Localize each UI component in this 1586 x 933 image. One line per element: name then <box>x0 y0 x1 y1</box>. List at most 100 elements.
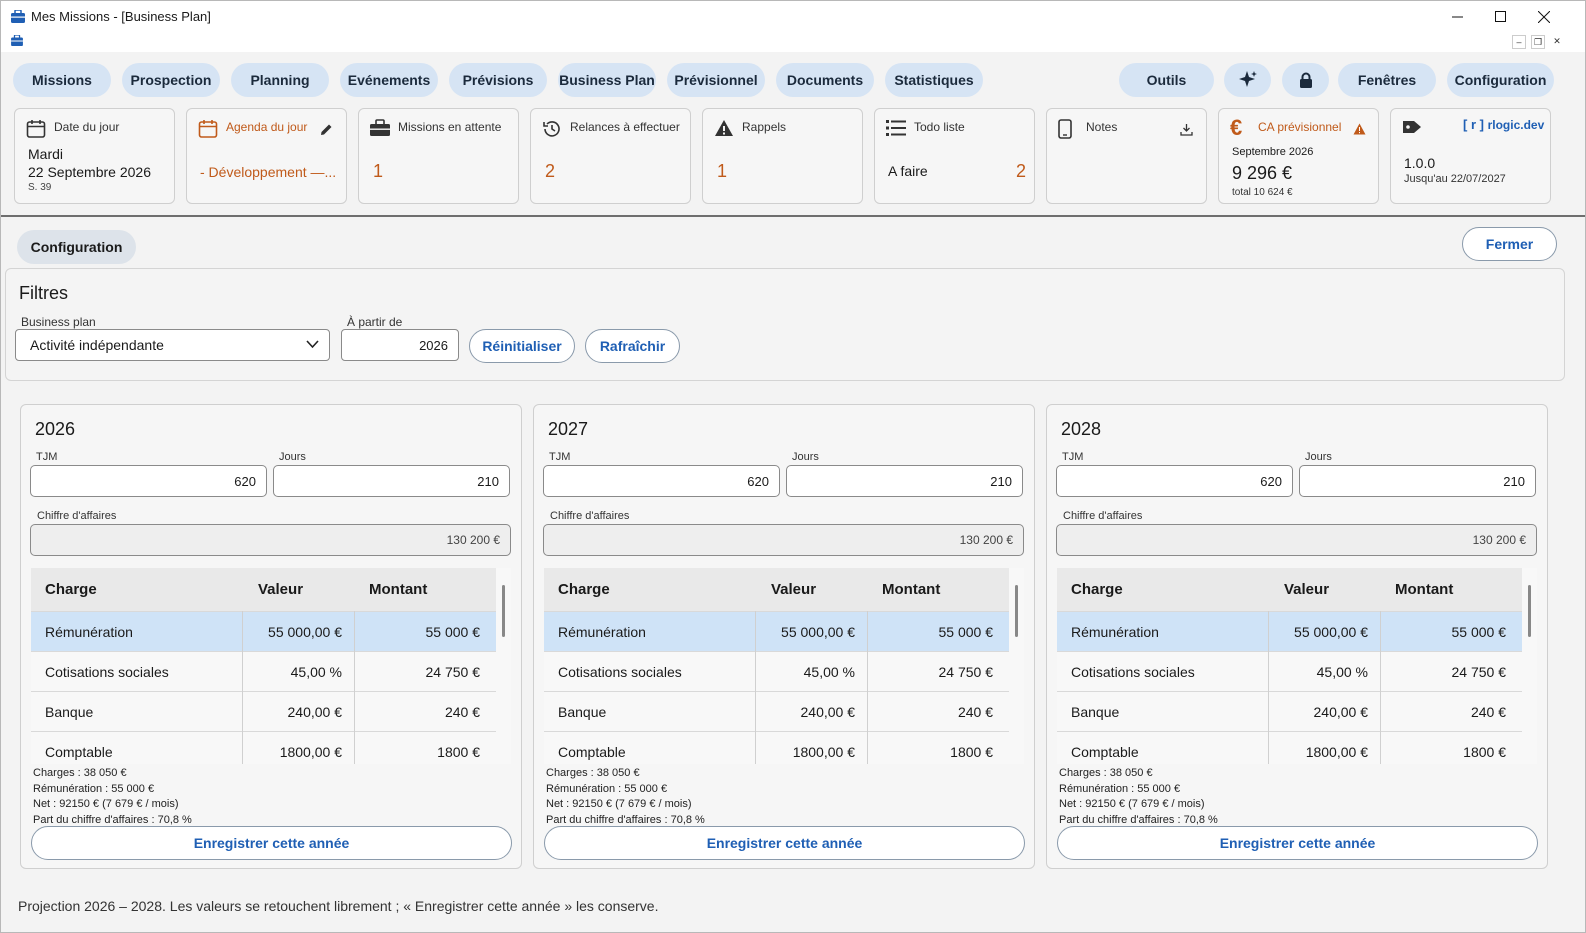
table-row[interactable]: Comptable 1800,00 € 1800 € <box>31 731 496 764</box>
table-row[interactable]: Cotisations sociales 45,00 % 24 750 € <box>31 651 496 691</box>
column-divider <box>1268 611 1269 764</box>
card-relances[interactable]: Relances à effectuer 2 <box>530 108 691 204</box>
nav-statistiques[interactable]: Statistiques <box>885 63 983 97</box>
table-row[interactable]: Comptable 1800,00 € 1800 € <box>544 731 1009 764</box>
tag-icon <box>1403 121 1421 133</box>
table-row[interactable]: Rémunération 55 000,00 € 55 000 € <box>31 611 496 651</box>
table-row[interactable]: Cotisations sociales 45,00 % 24 750 € <box>1057 651 1522 691</box>
mdi-minimize-button[interactable]: – <box>1512 35 1526 49</box>
jours-input[interactable]: 210 <box>273 465 510 497</box>
card-missions-en-attente[interactable]: Missions en attente 1 <box>358 108 519 204</box>
table-row[interactable]: Cotisations sociales 45,00 % 24 750 € <box>544 651 1009 691</box>
nav-evenements[interactable]: Evénements <box>340 63 438 97</box>
charge-cell: Banque <box>1071 703 1120 720</box>
table-row[interactable]: Comptable 1800,00 € 1800 € <box>1057 731 1522 764</box>
column-divider <box>755 611 756 764</box>
card-agenda-du-jour[interactable]: Agenda du jour - Développement —... <box>186 108 347 204</box>
save-year-button[interactable]: Enregistrer cette année <box>1057 826 1538 860</box>
ca-value: 130 200 € <box>959 533 1013 547</box>
montant-cell: 55 000 € <box>938 623 994 640</box>
fermer-button[interactable]: Fermer <box>1462 227 1557 261</box>
col-charge[interactable]: Charge <box>558 568 610 611</box>
col-montant[interactable]: Montant <box>1395 568 1453 611</box>
table-scrollbar[interactable] <box>502 585 505 637</box>
card-date-du-jour[interactable]: Date du jour Mardi 22 Septembre 2026 S. … <box>14 108 175 204</box>
sparkle-icon <box>1238 71 1257 87</box>
tjm-label: TJM <box>36 451 58 463</box>
col-valeur[interactable]: Valeur <box>771 568 816 611</box>
table-row[interactable]: Banque 240,00 € 240 € <box>544 691 1009 731</box>
valeur-cell: 55 000,00 € <box>268 623 342 640</box>
nav-planning[interactable]: Planning <box>231 63 329 97</box>
summary-line: Rémunération : 55 000 € <box>1059 782 1181 795</box>
nav-previsionnel[interactable]: Prévisionnel <box>667 63 765 97</box>
ca-value: 130 200 € <box>446 533 500 547</box>
table-row[interactable]: Banque 240,00 € 240 € <box>1057 691 1522 731</box>
col-montant[interactable]: Montant <box>369 568 427 611</box>
nav-documents[interactable]: Documents <box>776 63 874 97</box>
edit-pencil-icon[interactable] <box>320 123 333 136</box>
save-year-button[interactable]: Enregistrer cette année <box>544 826 1025 860</box>
nav-outils[interactable]: Outils <box>1119 63 1214 97</box>
tjm-input[interactable]: 620 <box>543 465 780 497</box>
card-version[interactable]: [ r ] rlogic.dev 1.0.0 Jusqu'au 22/07/20… <box>1390 108 1551 204</box>
table-row[interactable]: Rémunération 55 000,00 € 55 000 € <box>544 611 1009 651</box>
card-ca-previsionnel[interactable]: € CA prévisionnel Septembre 2026 9 296 €… <box>1218 108 1379 204</box>
reinitialiser-button[interactable]: Réinitialiser <box>469 329 575 363</box>
history-clock-icon <box>543 121 560 137</box>
column-divider <box>867 611 868 764</box>
col-valeur[interactable]: Valeur <box>1284 568 1329 611</box>
table-row[interactable]: Banque 240,00 € 240 € <box>31 691 496 731</box>
table-scrollbar[interactable] <box>1528 585 1531 637</box>
day-name: Mardi <box>28 146 64 162</box>
nav-business-plan[interactable]: Business Plan <box>558 63 656 97</box>
nav-previsions[interactable]: Prévisions <box>449 63 547 97</box>
summary-line: Charges : 38 050 € <box>546 767 640 779</box>
montant-cell: 240 € <box>444 703 480 720</box>
valeur-cell: 240,00 € <box>287 703 343 720</box>
jours-input[interactable]: 210 <box>1299 465 1536 497</box>
valeur-cell: 1800,00 € <box>792 743 855 760</box>
card-label: Date du jour <box>54 120 120 134</box>
summary-line: Part du chiffre d'affaires : 70,8 % <box>546 813 705 826</box>
card-rappels[interactable]: Rappels 1 <box>702 108 863 204</box>
ai-sparkle-button[interactable] <box>1224 63 1271 97</box>
card-todo-liste[interactable]: Todo liste A faire 2 <box>874 108 1035 204</box>
jours-input[interactable]: 210 <box>786 465 1023 497</box>
valeur-cell: 240,00 € <box>1313 703 1369 720</box>
charge-cell: Comptable <box>558 743 626 760</box>
todo-item: A faire <box>888 163 928 179</box>
mdi-close-button[interactable]: ✕ <box>1550 35 1564 49</box>
briefcase-app-icon <box>11 10 25 23</box>
business-plan-select[interactable]: Activité indépendante <box>15 329 330 361</box>
maximize-button[interactable] <box>1478 1 1522 32</box>
table-scrollbar[interactable] <box>1015 585 1018 637</box>
tjm-input[interactable]: 620 <box>30 465 267 497</box>
maximize-icon <box>1494 11 1506 22</box>
minimize-button[interactable] <box>1435 1 1479 32</box>
rafraichir-button[interactable]: Rafraîchir <box>585 329 680 363</box>
close-window-button[interactable] <box>1522 1 1566 32</box>
save-year-button[interactable]: Enregistrer cette année <box>31 826 512 860</box>
summary-line: Net : 92150 € (7 679 € / mois) <box>546 798 692 810</box>
download-icon[interactable] <box>1180 123 1193 136</box>
configuration-button[interactable]: Configuration <box>17 230 136 264</box>
table-header: Charge Valeur Montant <box>1057 568 1522 611</box>
col-charge[interactable]: Charge <box>1071 568 1123 611</box>
table-row[interactable]: Rémunération 55 000,00 € 55 000 € <box>1057 611 1522 651</box>
col-charge[interactable]: Charge <box>45 568 97 611</box>
col-montant[interactable]: Montant <box>882 568 940 611</box>
col-valeur[interactable]: Valeur <box>258 568 303 611</box>
mdi-restore-button[interactable]: ❐ <box>1531 35 1545 49</box>
nav-missions[interactable]: Missions <box>13 63 111 97</box>
nav-fenetres[interactable]: Fenêtres <box>1338 63 1436 97</box>
calendar-icon <box>26 120 46 138</box>
nav-configuration[interactable]: Configuration <box>1447 63 1554 97</box>
card-notes[interactable]: Notes <box>1046 108 1207 204</box>
tjm-input[interactable]: 620 <box>1056 465 1293 497</box>
week-number: S. 39 <box>28 182 52 193</box>
from-year-input[interactable]: 2026 <box>341 329 459 361</box>
lock-button[interactable] <box>1282 63 1329 97</box>
nav-prospection[interactable]: Prospection <box>122 63 220 97</box>
tjm-value: 620 <box>234 473 256 489</box>
